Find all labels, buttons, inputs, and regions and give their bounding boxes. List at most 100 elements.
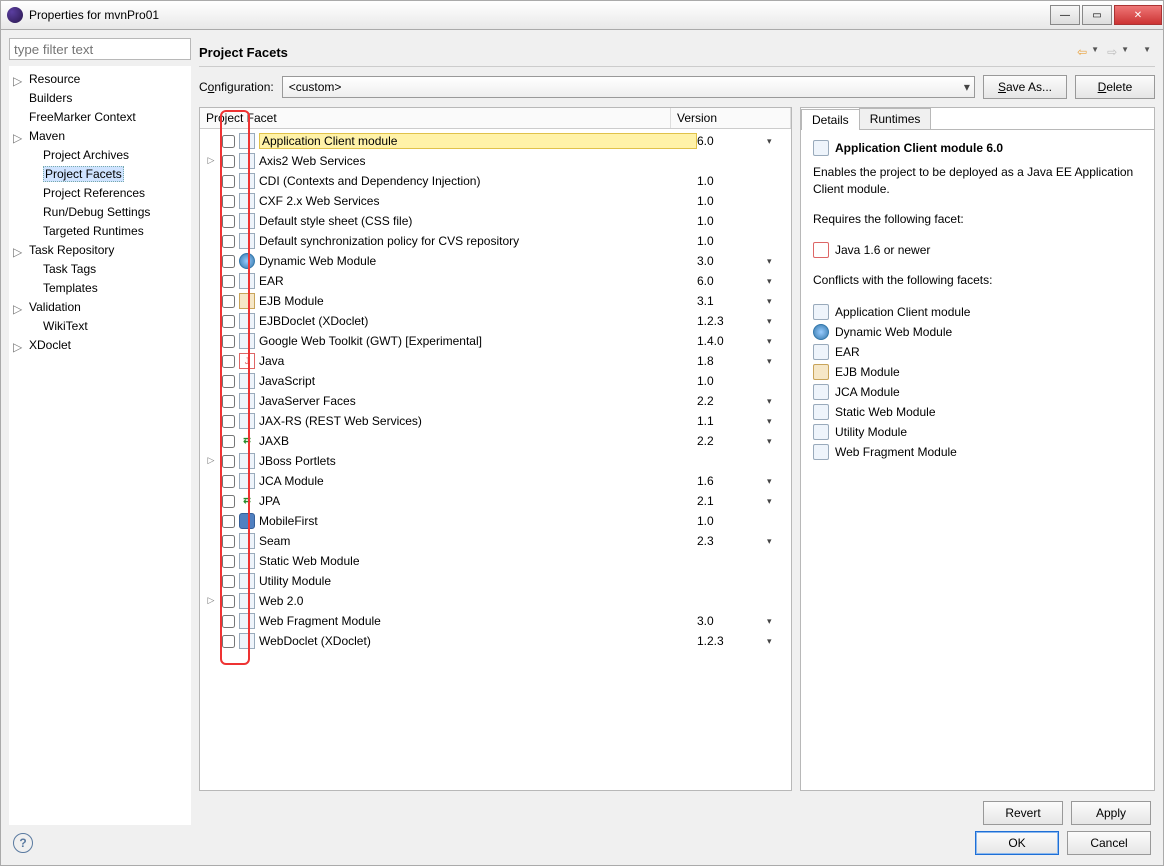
facet-checkbox[interactable] — [222, 575, 235, 588]
facet-checkbox[interactable] — [222, 475, 235, 488]
tab-details[interactable]: Details — [801, 109, 860, 130]
forward-icon[interactable]: ⇨ — [1107, 45, 1117, 59]
facet-row[interactable]: JAX-RS (REST Web Services)1.1▾ — [200, 411, 791, 431]
ok-button[interactable]: OK — [975, 831, 1059, 855]
chevron-right-icon[interactable]: ▷ — [206, 595, 216, 606]
nav-item[interactable]: Project Facets — [11, 165, 189, 184]
facet-row[interactable]: JavaServer Faces2.2▾ — [200, 391, 791, 411]
facet-checkbox[interactable] — [222, 135, 235, 148]
nav-item[interactable]: ▷Task Repository — [11, 241, 189, 260]
facet-row[interactable]: Seam2.3▾ — [200, 531, 791, 551]
facet-checkbox[interactable] — [222, 375, 235, 388]
col-project-facet[interactable]: Project Facet — [200, 108, 671, 128]
version-dropdown-icon[interactable]: ▾ — [767, 316, 791, 327]
facet-checkbox[interactable] — [222, 615, 235, 628]
save-as-button[interactable]: Save As... — [983, 75, 1067, 99]
version-dropdown-icon[interactable]: ▾ — [767, 276, 791, 287]
facet-row[interactable]: EJBDoclet (XDoclet)1.2.3▾ — [200, 311, 791, 331]
facet-row[interactable]: EJB Module3.1▾ — [200, 291, 791, 311]
facet-row[interactable]: Application Client module6.0▾ — [200, 131, 791, 151]
cancel-button[interactable]: Cancel — [1067, 831, 1151, 855]
version-dropdown-icon[interactable]: ▾ — [767, 476, 791, 487]
facet-body[interactable]: Application Client module6.0▾▷Axis2 Web … — [200, 129, 791, 790]
facet-row[interactable]: ▷Axis2 Web Services — [200, 151, 791, 171]
nav-item[interactable]: ▷Resource — [11, 70, 189, 89]
nav-filter-input[interactable] — [9, 38, 191, 60]
facet-checkbox[interactable] — [222, 515, 235, 528]
facet-checkbox[interactable] — [222, 295, 235, 308]
facet-checkbox[interactable] — [222, 235, 235, 248]
nav-item[interactable]: Task Tags — [11, 260, 189, 279]
facet-checkbox[interactable] — [222, 195, 235, 208]
facet-row[interactable]: Default synchronization policy for CVS r… — [200, 231, 791, 251]
delete-button[interactable]: Delete — [1075, 75, 1155, 99]
facet-checkbox[interactable] — [222, 555, 235, 568]
nav-item[interactable]: Templates — [11, 279, 189, 298]
nav-item[interactable]: WikiText — [11, 317, 189, 336]
version-dropdown-icon[interactable]: ▾ — [767, 356, 791, 367]
facet-row[interactable]: WebDoclet (XDoclet)1.2.3▾ — [200, 631, 791, 651]
facet-row[interactable]: CXF 2.x Web Services1.0 — [200, 191, 791, 211]
facet-checkbox[interactable] — [222, 455, 235, 468]
facet-row[interactable]: JCA Module1.6▾ — [200, 471, 791, 491]
facet-row[interactable]: Static Web Module — [200, 551, 791, 571]
nav-item[interactable]: Project Archives — [11, 146, 189, 165]
back-icon[interactable]: ⇦ — [1077, 45, 1087, 59]
revert-button[interactable]: Revert — [983, 801, 1063, 825]
nav-item[interactable]: FreeMarker Context — [11, 108, 189, 127]
facet-row[interactable]: ⇄JAXB2.2▾ — [200, 431, 791, 451]
version-dropdown-icon[interactable]: ▾ — [767, 296, 791, 307]
version-dropdown-icon[interactable]: ▾ — [767, 616, 791, 627]
nav-item[interactable]: Project References — [11, 184, 189, 203]
facet-checkbox[interactable] — [222, 595, 235, 608]
facet-row[interactable]: ⇄JPA2.1▾ — [200, 491, 791, 511]
chevron-right-icon[interactable]: ▷ — [13, 300, 23, 310]
facet-checkbox[interactable] — [222, 215, 235, 228]
maximize-button[interactable]: ▭ — [1082, 5, 1112, 25]
facet-row[interactable]: JavaScript1.0 — [200, 371, 791, 391]
facet-checkbox[interactable] — [222, 535, 235, 548]
chevron-right-icon[interactable]: ▷ — [13, 72, 23, 82]
facet-checkbox[interactable] — [222, 275, 235, 288]
facet-row[interactable]: Default style sheet (CSS file)1.0 — [200, 211, 791, 231]
facet-checkbox[interactable] — [222, 175, 235, 188]
nav-tree[interactable]: ▷ResourceBuildersFreeMarker Context▷Mave… — [9, 66, 191, 825]
facet-checkbox[interactable] — [222, 435, 235, 448]
version-dropdown-icon[interactable]: ▾ — [767, 336, 791, 347]
back-menu-icon[interactable]: ▼ — [1091, 45, 1099, 59]
version-dropdown-icon[interactable]: ▾ — [767, 416, 791, 427]
apply-button[interactable]: Apply — [1071, 801, 1151, 825]
facet-checkbox[interactable] — [222, 395, 235, 408]
nav-item[interactable]: Builders — [11, 89, 189, 108]
version-dropdown-icon[interactable]: ▾ — [767, 536, 791, 547]
facet-checkbox[interactable] — [222, 155, 235, 168]
facet-row[interactable]: Utility Module — [200, 571, 791, 591]
facet-row[interactable]: EAR6.0▾ — [200, 271, 791, 291]
nav-item[interactable]: Targeted Runtimes — [11, 222, 189, 241]
nav-item[interactable]: ▷XDoclet — [11, 336, 189, 355]
view-menu-icon[interactable]: ▼ — [1143, 45, 1151, 59]
nav-item[interactable]: Run/Debug Settings — [11, 203, 189, 222]
facet-row[interactable]: Google Web Toolkit (GWT) [Experimental]1… — [200, 331, 791, 351]
chevron-right-icon[interactable]: ▷ — [206, 455, 216, 466]
facet-checkbox[interactable] — [222, 415, 235, 428]
facet-row[interactable]: JJava1.8▾ — [200, 351, 791, 371]
facet-checkbox[interactable] — [222, 255, 235, 268]
facet-row[interactable]: Dynamic Web Module3.0▾ — [200, 251, 791, 271]
facet-checkbox[interactable] — [222, 335, 235, 348]
facet-checkbox[interactable] — [222, 635, 235, 648]
forward-menu-icon[interactable]: ▼ — [1121, 45, 1129, 59]
minimize-button[interactable]: — — [1050, 5, 1080, 25]
col-version[interactable]: Version — [671, 108, 791, 128]
version-dropdown-icon[interactable]: ▾ — [767, 136, 791, 147]
chevron-right-icon[interactable]: ▷ — [13, 338, 23, 348]
facet-checkbox[interactable] — [222, 315, 235, 328]
chevron-right-icon[interactable]: ▷ — [206, 155, 216, 166]
help-icon[interactable]: ? — [13, 833, 33, 853]
version-dropdown-icon[interactable]: ▾ — [767, 396, 791, 407]
chevron-right-icon[interactable]: ▷ — [13, 243, 23, 253]
tab-runtimes[interactable]: Runtimes — [859, 108, 932, 129]
version-dropdown-icon[interactable]: ▾ — [767, 636, 791, 647]
version-dropdown-icon[interactable]: ▾ — [767, 436, 791, 447]
facet-row[interactable]: Web Fragment Module3.0▾ — [200, 611, 791, 631]
